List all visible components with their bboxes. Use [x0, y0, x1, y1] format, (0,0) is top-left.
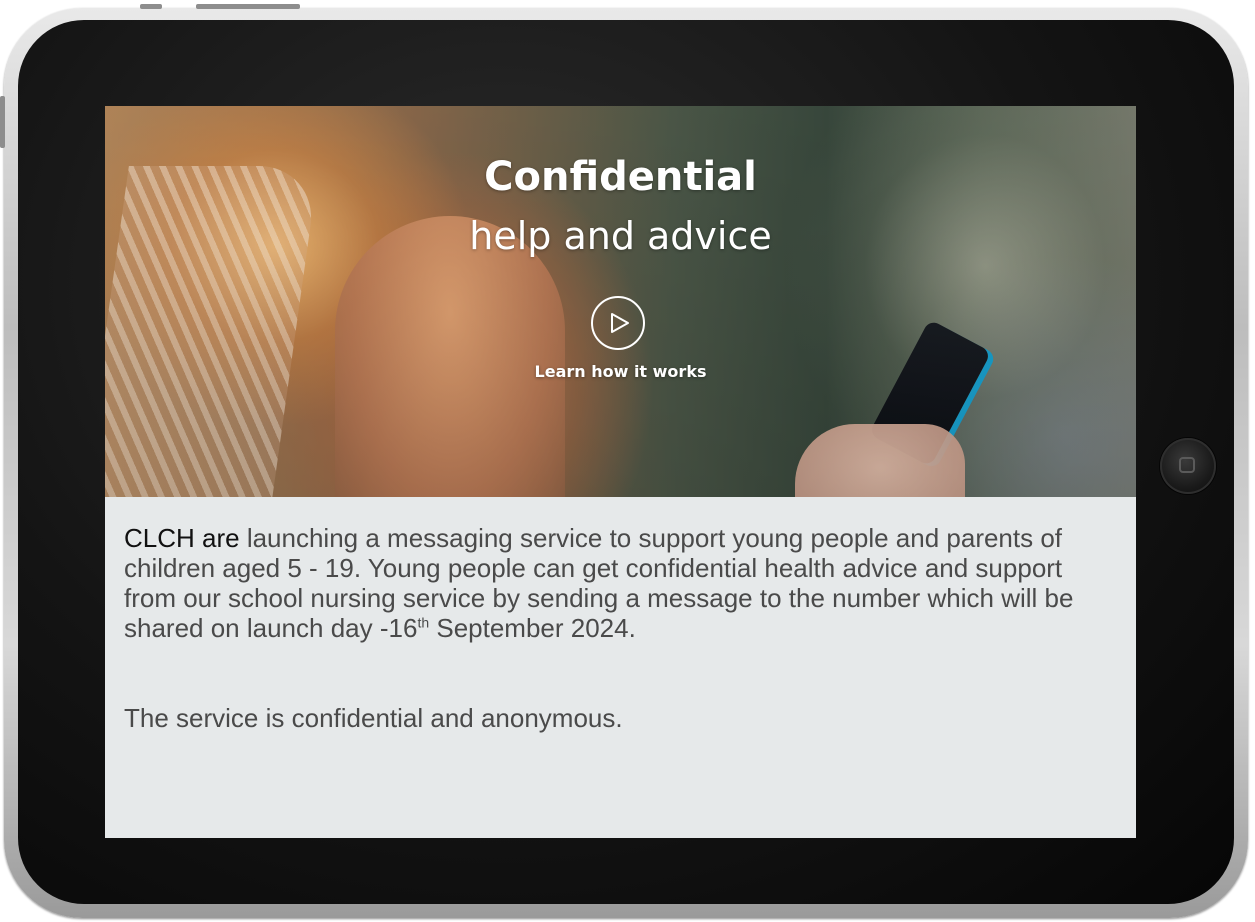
tablet-screen: Confidential help and advice Learn how i… — [105, 106, 1136, 838]
announcement-paragraph: CLCH are launching a messaging service t… — [124, 523, 1114, 643]
lead-text: CLCH are — [124, 523, 240, 553]
learn-how-it-works-link[interactable]: Learn how it works — [105, 362, 1136, 381]
content-text: CLCH are launching a messaging service t… — [124, 523, 1114, 733]
hero-banner: Confidential help and advice Learn how i… — [105, 106, 1136, 497]
home-button[interactable] — [1160, 438, 1216, 494]
volume-button — [0, 96, 5, 148]
home-square-icon — [1179, 457, 1195, 473]
paragraph-end: September 2024. — [429, 613, 636, 643]
confidential-note: The service is confidential and anonymou… — [124, 703, 623, 733]
play-icon — [611, 313, 629, 333]
hero-subtitle: help and advice — [469, 214, 772, 258]
power-button — [196, 4, 300, 9]
hardware-button — [140, 4, 162, 9]
play-button[interactable] — [591, 296, 645, 350]
ordinal-suffix: th — [417, 614, 430, 631]
hero-title: Confidential — [484, 154, 757, 200]
